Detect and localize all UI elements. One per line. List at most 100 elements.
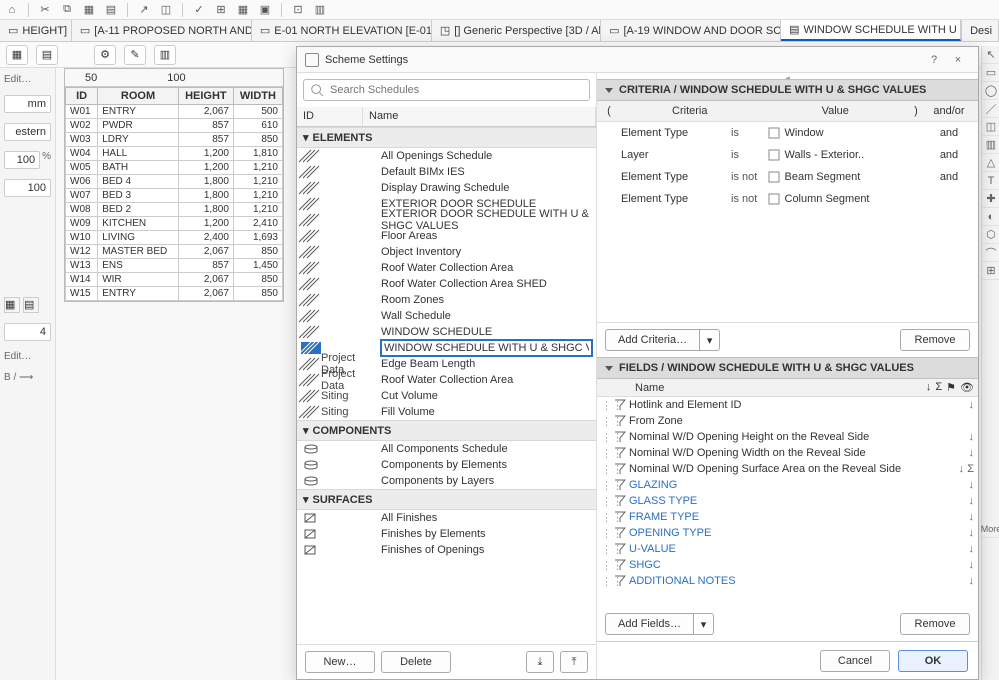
layout-icon[interactable]: ▤: [23, 297, 39, 313]
schedule-item[interactable]: Default BIMx IES: [297, 164, 596, 180]
edit-label[interactable]: Edit…: [4, 351, 51, 362]
field-flags[interactable]: ↓: [944, 575, 974, 587]
remove-criteria-button[interactable]: Remove: [900, 329, 970, 351]
combo-field[interactable]: estern: [4, 123, 51, 141]
tool-icon[interactable]: ⌒: [982, 244, 999, 262]
copy-icon[interactable]: ⧉: [59, 2, 75, 18]
drag-handle-icon[interactable]: ⋮⋮: [601, 527, 611, 540]
cancel-button[interactable]: Cancel: [820, 650, 890, 672]
field-flags[interactable]: ↓: [944, 431, 974, 443]
field-flags[interactable]: ↓: [944, 479, 974, 491]
table-row[interactable]: W05BATH1,2001,210: [66, 161, 283, 175]
field-row[interactable]: ⋮⋮Nominal W/D Opening Surface Area on th…: [597, 461, 978, 477]
tool-icon[interactable]: ◐: [982, 208, 999, 226]
schedule-item[interactable]: Roof Water Collection Area SHED: [297, 276, 596, 292]
schedule-item[interactable]: Components by Layers: [297, 473, 596, 489]
table-row[interactable]: W12MASTER BED2,067850: [66, 245, 283, 259]
new-button[interactable]: New…: [305, 651, 375, 673]
col-header[interactable]: ROOM: [98, 88, 179, 105]
criteria-row[interactable]: LayerisWalls - Exterior..and: [597, 144, 978, 166]
col-header[interactable]: HEIGHT: [178, 88, 233, 105]
table-row[interactable]: W13ENS8571,450: [66, 259, 283, 273]
collapse-icon[interactable]: [605, 366, 613, 371]
field-row[interactable]: ⋮⋮ADDITIONAL NOTES↓: [597, 573, 978, 589]
schedule-item[interactable]: WINDOW SCHEDULE: [297, 324, 596, 340]
more-label[interactable]: More: [982, 520, 999, 538]
field-row[interactable]: ⋮⋮Hotlink and Element ID↓: [597, 397, 978, 413]
group-header[interactable]: ▾ COMPONENTS: [297, 420, 596, 441]
field-flags[interactable]: ↓: [944, 559, 974, 571]
close-icon[interactable]: ×: [946, 54, 970, 66]
view-list-icon[interactable]: ▤: [36, 45, 58, 65]
schedule-item[interactable]: All Finishes: [297, 510, 596, 526]
table-row[interactable]: W10LIVING2,4001,693: [66, 231, 283, 245]
field-row[interactable]: ⋮⋮FRAME TYPE↓: [597, 509, 978, 525]
col-name[interactable]: Name: [363, 107, 596, 126]
schedule-item[interactable]: Wall Schedule: [297, 308, 596, 324]
col-header[interactable]: WIDTH: [233, 88, 282, 105]
schedule-item[interactable]: Finishes by Elements: [297, 526, 596, 542]
schedule-item[interactable]: SitingCut Volume: [297, 388, 596, 404]
edit-icon[interactable]: ✎: [124, 45, 146, 65]
schedule-item[interactable]: EXTERIOR DOOR SCHEDULE WITH U & SHGC VAL…: [297, 212, 596, 228]
fields-list[interactable]: ⋮⋮Hotlink and Element ID↓⋮⋮From Zone⋮⋮No…: [597, 397, 978, 607]
collapse-icon[interactable]: ▾: [303, 131, 309, 144]
toolbar-icon[interactable]: ▥: [312, 2, 328, 18]
toolbar-icon[interactable]: ↗: [136, 2, 152, 18]
criteria-row[interactable]: Element Typeis notColumn Segment: [597, 188, 978, 210]
tool-icon[interactable]: T: [982, 172, 999, 190]
schedule-item[interactable]: Project DataRoof Water Collection Area: [297, 372, 596, 388]
view-grid-icon[interactable]: ▦: [6, 45, 28, 65]
tool-icon[interactable]: △: [982, 154, 999, 172]
tool-icon[interactable]: ／: [982, 100, 999, 118]
group-header[interactable]: ▾ ELEMENTS: [297, 127, 596, 148]
toolbar-icon[interactable]: ◫: [158, 2, 174, 18]
field-flags[interactable]: ↓: [944, 447, 974, 459]
field-flags[interactable]: ↓: [944, 543, 974, 555]
schedule-tree[interactable]: ▾ ELEMENTSAll Openings ScheduleDefault B…: [297, 127, 596, 644]
cut-icon[interactable]: ✂: [37, 2, 53, 18]
col-id[interactable]: ID: [297, 107, 363, 126]
drag-handle-icon[interactable]: ⋮⋮: [601, 495, 611, 508]
table-row[interactable]: W07BED 31,8001,210: [66, 189, 283, 203]
toolbar-icon[interactable]: ⌂: [4, 2, 20, 18]
schedule-grid[interactable]: IDROOMHEIGHTWIDTH W01ENTRY2,067500W02PWD…: [65, 87, 283, 301]
tab-a11[interactable]: ▭[A-11 PROPOSED NORTH AND SOU…: [72, 20, 252, 41]
criteria-row[interactable]: Element Typeis notBeam Segmentand: [597, 166, 978, 188]
schedule-item[interactable]: Finishes of Openings: [297, 542, 596, 558]
tool-icon[interactable]: ◫: [982, 118, 999, 136]
criteria-header[interactable]: CRITERIA / WINDOW SCHEDULE WITH U & SHGC…: [597, 79, 978, 101]
table-row[interactable]: W02PWDR857610: [66, 119, 283, 133]
schedule-item[interactable]: SitingFill Volume: [297, 404, 596, 420]
tool-icon[interactable]: ⊞: [982, 262, 999, 280]
paste-icon[interactable]: ▦: [81, 2, 97, 18]
toolbar-icon[interactable]: ⊡: [290, 2, 306, 18]
export-icon[interactable]: ⤒: [560, 651, 588, 673]
drag-handle-icon[interactable]: ⋮⋮: [601, 559, 611, 572]
drag-handle-icon[interactable]: ⋮⋮: [601, 415, 611, 428]
arrow-icon[interactable]: ↖: [982, 46, 999, 64]
schedule-item[interactable]: Roof Water Collection Area: [297, 260, 596, 276]
ok-button[interactable]: OK: [898, 650, 968, 672]
value-field[interactable]: 4: [4, 323, 51, 341]
table-row[interactable]: W09KITCHEN1,2002,410: [66, 217, 283, 231]
fields-header[interactable]: FIELDS / WINDOW SCHEDULE WITH U & SHGC V…: [597, 357, 978, 379]
drag-handle-icon[interactable]: ⋮⋮: [601, 543, 611, 556]
field-flags[interactable]: ↓ Σ: [944, 463, 974, 475]
chevron-down-icon[interactable]: ▾: [700, 329, 720, 351]
drag-handle-icon[interactable]: ⋮⋮: [601, 399, 611, 412]
schedule-item[interactable]: Object Inventory: [297, 244, 596, 260]
remove-fields-button[interactable]: Remove: [900, 613, 970, 635]
rename-input[interactable]: [381, 340, 592, 356]
table-row[interactable]: W03LDRY857850: [66, 133, 283, 147]
help-icon[interactable]: ?: [922, 54, 946, 66]
drag-handle-icon[interactable]: ⋮⋮: [601, 575, 611, 588]
sort-icon[interactable]: ▥: [154, 45, 176, 65]
table-row[interactable]: W04HALL1,2001,810: [66, 147, 283, 161]
drag-handle-icon[interactable]: ⋮⋮: [601, 479, 611, 492]
settings-icon[interactable]: ⚙: [94, 45, 116, 65]
schedule-item[interactable]: Floor Areas: [297, 228, 596, 244]
collapse-icon[interactable]: ▾: [303, 493, 309, 506]
table-row[interactable]: W08BED 21,8001,210: [66, 203, 283, 217]
tab-e01[interactable]: ▭E-01 NORTH ELEVATION [E-01 Elevati…: [252, 20, 432, 41]
